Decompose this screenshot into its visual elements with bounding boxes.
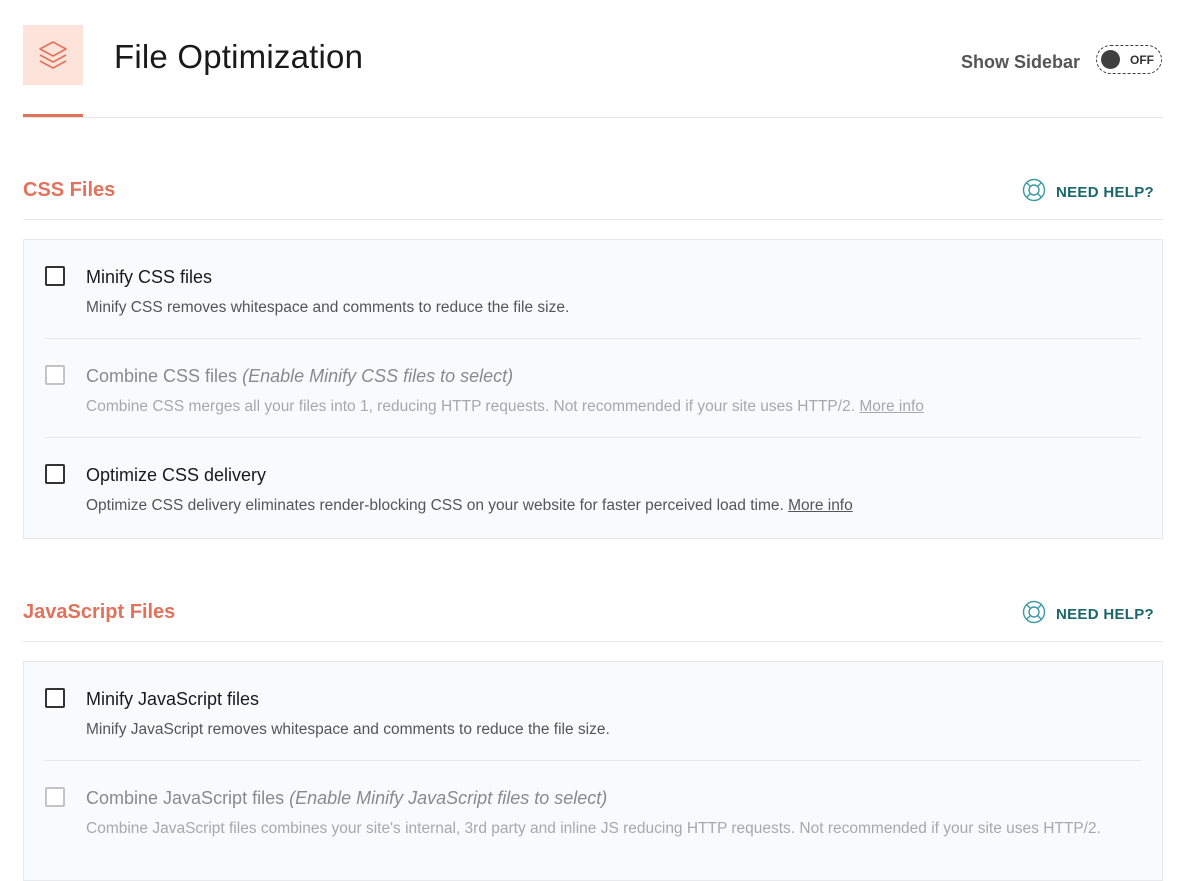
need-help-label: NEED HELP?	[1055, 606, 1154, 623]
option-minify-js: Minify JavaScript files Minify JavaScrip…	[45, 662, 1141, 761]
option-title: Combine CSS files (Enable Minify CSS fil…	[86, 366, 513, 387]
option-description-text: Minify CSS removes whitespace and commen…	[86, 299, 570, 316]
minify-js-checkbox[interactable]	[45, 688, 65, 708]
option-note: (Enable Minify CSS files to select)	[242, 366, 514, 386]
need-help-button-css[interactable]: NEED HELP?	[1022, 178, 1154, 207]
css-options-panel: Minify CSS files Minify CSS removes whit…	[23, 239, 1163, 539]
page-header: File Optimization Show Sidebar OFF	[23, 0, 1163, 118]
option-description-text: Optimize CSS delivery eliminates render-…	[86, 497, 784, 514]
toggle-state-label: OFF	[1130, 53, 1154, 67]
section-title-js: JavaScript Files	[23, 601, 176, 623]
option-title: Combine JavaScript files (Enable Minify …	[86, 788, 607, 809]
option-title-text: Minify CSS files	[86, 267, 213, 287]
combine-css-checkbox[interactable]	[45, 365, 65, 385]
show-sidebar-label: Show Sidebar	[961, 52, 1081, 72]
option-combine-js: Combine JavaScript files (Enable Minify …	[45, 761, 1141, 860]
option-optimize-css-delivery: Optimize CSS delivery Optimize CSS deliv…	[45, 438, 1141, 537]
option-note: (Enable Minify JavaScript files to selec…	[289, 788, 608, 808]
show-sidebar-toggle[interactable]: OFF	[1096, 45, 1162, 74]
option-title-text: Minify JavaScript files	[86, 689, 260, 709]
toggle-knob	[1101, 50, 1120, 69]
js-options-panel: Minify JavaScript files Minify JavaScrip…	[23, 661, 1163, 881]
section-title-css: CSS Files	[23, 179, 116, 201]
file-optimization-page: File Optimization Show Sidebar OFF CSS F…	[23, 0, 1163, 881]
option-title: Minify CSS files	[86, 267, 212, 288]
need-help-label: NEED HELP?	[1055, 184, 1154, 201]
combine-js-checkbox[interactable]	[45, 787, 65, 807]
optimize-css-delivery-checkbox[interactable]	[45, 464, 65, 484]
layers-icon	[23, 25, 83, 85]
option-description: Combine CSS merges all your files into 1…	[86, 398, 924, 416]
need-help-button-js[interactable]: NEED HELP?	[1022, 600, 1154, 629]
lifebuoy-icon	[1022, 600, 1046, 629]
option-description: Minify CSS removes whitespace and commen…	[86, 299, 569, 317]
option-description: Combine JavaScript files combines your s…	[86, 820, 1101, 838]
option-description-text: Combine JavaScript files combines your s…	[86, 820, 1101, 837]
option-title-text: Combine CSS files	[86, 366, 238, 386]
more-info-link[interactable]: More info	[859, 398, 924, 415]
page-title: File Optimization	[114, 38, 364, 75]
header-active-underline	[23, 114, 83, 117]
section-header-css: CSS Files NEED HELP?	[23, 178, 1163, 220]
lifebuoy-icon	[1022, 178, 1046, 207]
option-title-text: Optimize CSS delivery	[86, 465, 267, 485]
option-title-text: Combine JavaScript files	[86, 788, 285, 808]
option-title: Optimize CSS delivery	[86, 465, 266, 486]
option-title: Minify JavaScript files	[86, 689, 259, 710]
option-minify-css: Minify CSS files Minify CSS removes whit…	[45, 240, 1141, 339]
minify-css-checkbox[interactable]	[45, 266, 65, 286]
option-combine-css: Combine CSS files (Enable Minify CSS fil…	[45, 339, 1141, 438]
option-description-text: Minify JavaScript removes whitespace and…	[86, 721, 610, 738]
section-header-js: JavaScript Files NEED HELP?	[23, 600, 1163, 642]
option-description: Minify JavaScript removes whitespace and…	[86, 721, 610, 739]
option-description: Optimize CSS delivery eliminates render-…	[86, 497, 853, 515]
more-info-link[interactable]: More info	[788, 497, 853, 514]
option-description-text: Combine CSS merges all your files into 1…	[86, 398, 855, 415]
